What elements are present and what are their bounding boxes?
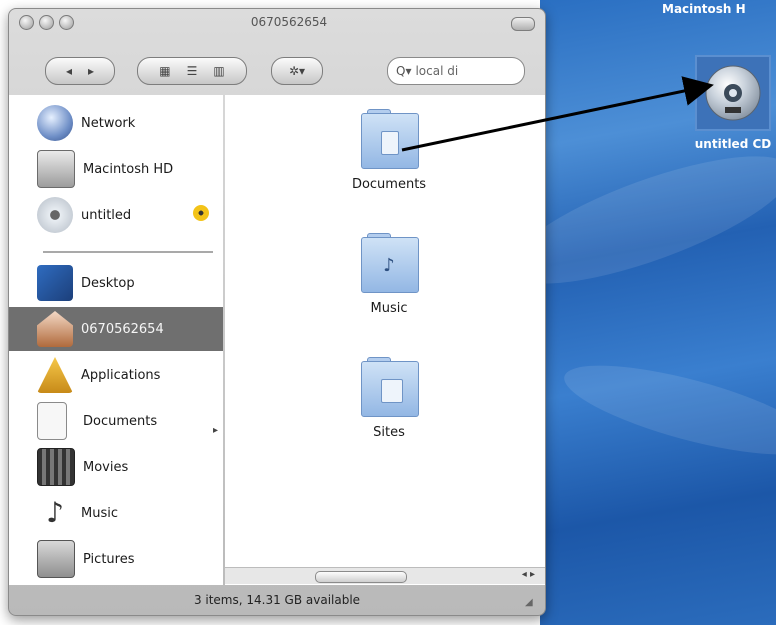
sidebar-item-pictures[interactable]: Pictures [9, 537, 223, 581]
sidebar-item-music[interactable]: ♪ Music [9, 491, 223, 535]
music-folder-icon: ♪ [357, 233, 421, 295]
icon-view-icon[interactable]: ▦ [151, 64, 178, 78]
folder-sites[interactable]: Sites [329, 357, 449, 440]
cd-disc-icon[interactable] [695, 55, 771, 131]
cd-disc-icon [37, 197, 73, 233]
scroll-arrows[interactable]: ◂ ▸ [522, 569, 535, 580]
sidebar-item-label: Music [81, 505, 118, 521]
sidebar-item-label: Macintosh HD [83, 161, 174, 177]
list-view-icon[interactable]: ☰ [179, 64, 206, 78]
sites-folder-icon [357, 357, 421, 419]
sidebar-item-home[interactable]: 0670562654 [9, 307, 223, 351]
status-text: 3 items, 14.31 GB available [193, 593, 361, 607]
sidebar-item-label: Movies [83, 459, 129, 475]
column-view-icon[interactable]: ▥ [205, 64, 232, 78]
status-bar: 3 items, 14.31 GB available [9, 585, 545, 615]
movies-icon [37, 448, 75, 486]
folder-music[interactable]: ♪ Music [329, 233, 449, 316]
sidebar-item-network[interactable]: Network [9, 101, 223, 145]
burn-icon[interactable] [193, 205, 209, 221]
resize-grip-icon[interactable]: ◢ [525, 597, 537, 609]
applications-icon [37, 357, 73, 393]
sidebar-item-desktop[interactable]: Desktop [9, 261, 223, 305]
file-browser: Documents ♪ Music Sites [225, 95, 545, 585]
sidebar-item-label: 0670562654 [81, 321, 164, 337]
folder-label: Music [370, 301, 408, 316]
sidebar-resize-handle[interactable]: ▸ [213, 425, 221, 439]
action-menu-button[interactable]: ✲▾ [271, 57, 323, 85]
sidebar-item-untitled[interactable]: untitled [9, 193, 223, 237]
minimize-button[interactable] [39, 15, 54, 30]
zoom-button[interactable] [59, 15, 74, 30]
back-button[interactable]: ◂ [58, 64, 80, 78]
desktop-icon [37, 265, 73, 301]
documents-icon [37, 402, 67, 440]
gear-icon: ✲▾ [288, 64, 306, 78]
sidebar-item-label: Pictures [83, 551, 135, 567]
sidebar-item-label: untitled [81, 207, 132, 223]
folder-documents[interactable]: Documents [329, 109, 449, 192]
desktop-cd-item[interactable]: untitled CD [690, 55, 776, 151]
network-globe-icon [37, 105, 73, 141]
forward-button[interactable]: ▸ [80, 64, 102, 78]
close-button[interactable] [19, 15, 34, 30]
back-forward-buttons: ◂ ▸ [45, 57, 115, 85]
sidebar-item-movies[interactable]: Movies [9, 445, 223, 489]
menubar-fragment[interactable]: Macintosh H [662, 0, 776, 18]
sidebar-item-documents[interactable]: Documents [9, 399, 223, 443]
sidebar-item-label: Desktop [81, 275, 135, 291]
home-icon [37, 311, 73, 347]
toolbar: ◂ ▸ ▦ ☰ ▥ ✲▾ Q▾ local di [9, 37, 545, 95]
folder-label: Sites [373, 425, 405, 440]
sidebar-item-label: Network [81, 115, 136, 131]
title-bar[interactable]: 0670562654 [9, 9, 545, 37]
music-icon: ♪ [46, 496, 64, 529]
sidebar-divider [43, 251, 213, 253]
view-buttons: ▦ ☰ ▥ [137, 57, 247, 85]
scrollbar-thumb[interactable] [315, 571, 407, 583]
search-field[interactable]: Q▾ local di [387, 57, 525, 85]
sidebar-item-label: Documents [83, 413, 158, 429]
sidebar: Network Macintosh HD untitled Desktop 06… [9, 95, 223, 585]
finder-window: 0670562654 ◂ ▸ ▦ ☰ ▥ ✲▾ Q▾ local di Netw… [8, 8, 546, 616]
toolbar-toggle-button[interactable] [511, 17, 535, 31]
search-icon: Q▾ [396, 64, 412, 78]
search-placeholder: local di [415, 64, 459, 78]
sidebar-item-label: Applications [81, 367, 161, 383]
documents-folder-icon [357, 109, 421, 171]
horizontal-scrollbar[interactable]: ◂ ▸ [225, 567, 545, 584]
pictures-icon [37, 540, 75, 578]
folder-label: Documents [351, 177, 427, 192]
hard-drive-icon [37, 150, 75, 188]
window-title: 0670562654 [250, 15, 328, 29]
cd-icon-label[interactable]: untitled CD [690, 137, 776, 151]
sidebar-item-applications[interactable]: Applications [9, 353, 223, 397]
sidebar-item-macintosh-hd[interactable]: Macintosh HD [9, 147, 223, 191]
